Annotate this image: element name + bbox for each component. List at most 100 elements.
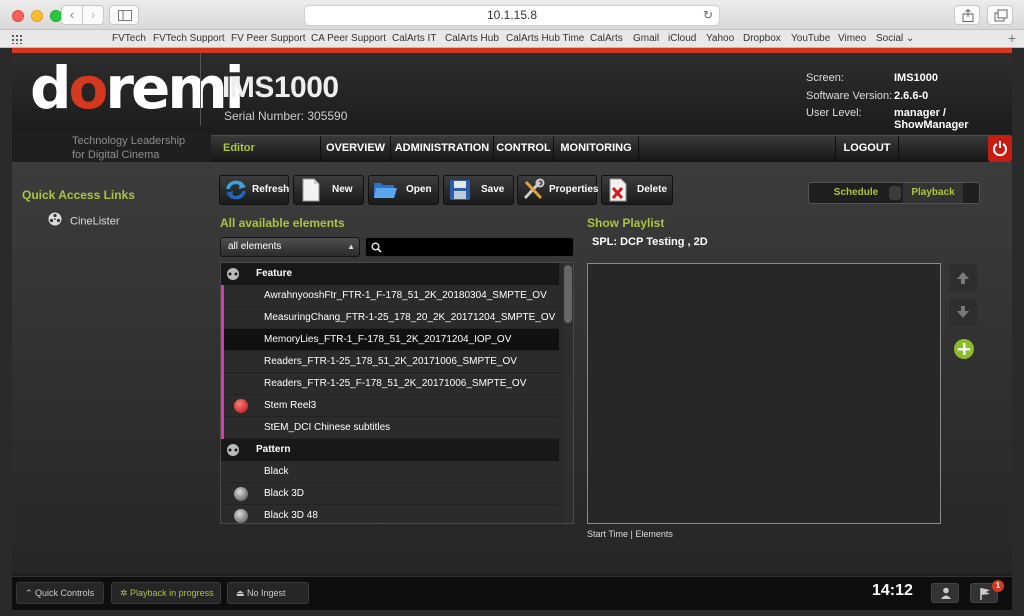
- move-down-button[interactable]: [949, 298, 977, 326]
- 3d-disc-icon: [234, 509, 248, 523]
- new-document-icon: [302, 178, 320, 202]
- open-button[interactable]: Open: [368, 175, 439, 205]
- spl-name: SPL: DCP Testing , 2D: [592, 236, 708, 248]
- menu-monitoring[interactable]: MONITORING: [554, 136, 639, 163]
- grid-icon[interactable]: [11, 34, 23, 44]
- quick-link-cinelister[interactable]: CineLister: [48, 212, 120, 230]
- forward-button[interactable]: ›: [82, 5, 104, 25]
- bookmark-link[interactable]: FV Peer Support: [231, 33, 305, 44]
- power-button[interactable]: [988, 135, 1012, 162]
- logo-part: d: [30, 54, 71, 122]
- divider: [200, 53, 201, 126]
- notification-count-badge: 1: [992, 580, 1004, 592]
- group-label: Feature: [256, 268, 293, 279]
- version-label: Software Version:: [806, 90, 893, 102]
- delete-button[interactable]: Delete: [601, 175, 673, 205]
- bookmark-link[interactable]: Gmail: [633, 33, 659, 44]
- list-item[interactable]: AwrahnyooshFtr_FTR-1_F-178_51_2K_2018030…: [221, 285, 559, 307]
- playback-option[interactable]: Playback: [903, 183, 963, 203]
- minimize-window-button[interactable]: [31, 10, 43, 22]
- bookmark-link[interactable]: CalArts IT: [392, 33, 436, 44]
- list-item-selected[interactable]: MemoryLies_FTR-1_F-178_51_2K_20171204_IO…: [221, 329, 559, 351]
- bookmark-link[interactable]: FVTech Support: [153, 33, 225, 44]
- menu-editor[interactable]: Editor: [211, 136, 321, 163]
- address-bar[interactable]: 10.1.15.8 ↻: [304, 5, 720, 26]
- element-name: Black: [264, 466, 289, 477]
- bookmark-link[interactable]: CA Peer Support: [311, 33, 386, 44]
- new-button[interactable]: New: [293, 175, 364, 205]
- flag-icon: [980, 588, 990, 600]
- bookmark-link[interactable]: Vimeo: [838, 33, 866, 44]
- status-bar: ⌃ Quick Controls ✲ Playback in progress …: [12, 576, 1012, 610]
- doremi-app: doremi IMS1000 Serial Number: 305590 Scr…: [12, 48, 1012, 610]
- list-item[interactable]: Black: [221, 461, 559, 483]
- bookmark-link[interactable]: iCloud: [668, 33, 696, 44]
- schedule-playback-toggle[interactable]: Schedule Playback: [808, 182, 980, 204]
- close-window-button[interactable]: [12, 10, 24, 22]
- list-item[interactable]: Black 3D: [221, 483, 559, 505]
- quick-access-title: Quick Access Links: [22, 188, 135, 202]
- show-tabs-button[interactable]: [987, 5, 1013, 25]
- bookmark-link[interactable]: CalArts: [590, 33, 623, 44]
- list-item[interactable]: Readers_FTR-1-25_F-178_51_2K_20171006_SM…: [221, 373, 559, 395]
- element-search-input[interactable]: [365, 237, 574, 257]
- arrow-down-icon: [957, 306, 969, 318]
- toggle-knob[interactable]: [889, 186, 901, 200]
- menu-overview[interactable]: OVERVIEW: [321, 136, 391, 163]
- logout-button[interactable]: LOGOUT: [835, 136, 899, 163]
- chevron-right-icon: ›: [90, 7, 96, 22]
- chevron-left-icon: ‹: [69, 7, 75, 22]
- row-marker: [221, 285, 224, 307]
- element-name: Black 3D 48: [264, 510, 318, 521]
- list-item[interactable]: StEM_DCI Chinese subtitles: [221, 417, 559, 439]
- bookmark-link[interactable]: YouTube: [791, 33, 830, 44]
- ingest-icon: ⏏: [236, 588, 248, 598]
- bookmark-link[interactable]: Dropbox: [743, 33, 781, 44]
- add-element-button[interactable]: [949, 334, 977, 362]
- floppy-disk-icon: [450, 180, 470, 200]
- bookmark-link[interactable]: Yahoo: [706, 33, 734, 44]
- list-item[interactable]: Stem Reel3: [221, 395, 559, 417]
- menu-control[interactable]: CONTROL: [494, 136, 554, 163]
- scrollbar-thumb[interactable]: [564, 265, 572, 323]
- bookmark-folder[interactable]: Social ⌄: [876, 33, 914, 44]
- sidebar-toggle-button[interactable]: [109, 5, 139, 25]
- screen-value: IMS1000: [894, 72, 939, 84]
- list-item[interactable]: Black 3D 48: [221, 505, 559, 523]
- schedule-option[interactable]: Schedule: [823, 183, 889, 203]
- quick-controls-button[interactable]: ⌃ Quick Controls: [16, 582, 104, 604]
- lock-icon: [234, 399, 248, 413]
- element-filter-select[interactable]: all elements ▲▼: [220, 237, 360, 269]
- 3d-disc-icon: [234, 487, 248, 501]
- reload-icon[interactable]: ↻: [703, 6, 713, 25]
- back-button[interactable]: ‹: [61, 5, 83, 25]
- group-header-pattern[interactable]: Pattern: [221, 439, 559, 461]
- elements-list[interactable]: Feature AwrahnyooshFtr_FTR-1_F-178_51_2K…: [220, 262, 574, 524]
- group-header-feature[interactable]: Feature: [221, 263, 559, 285]
- bookmark-link[interactable]: FVTech: [112, 33, 146, 44]
- bookmark-link[interactable]: CalArts Hub Time: [506, 33, 584, 44]
- playlist-panel[interactable]: [587, 263, 941, 524]
- available-elements-title: All available elements: [220, 216, 345, 230]
- doremi-logo: doremi: [30, 54, 245, 122]
- properties-button[interactable]: Properties: [517, 175, 598, 205]
- user-button[interactable]: [931, 583, 959, 603]
- row-marker: [221, 417, 224, 439]
- move-up-button[interactable]: [949, 264, 977, 292]
- browser-window: ‹ › 10.1.15.8 ↻ FVTech FVTech Support FV…: [0, 0, 1024, 616]
- list-item[interactable]: Readers_FTR-1-25_178_51_2K_20171006_SMPT…: [221, 351, 559, 373]
- save-button[interactable]: Save: [443, 175, 514, 205]
- refresh-button[interactable]: Refresh: [219, 175, 289, 205]
- list-scrollbar[interactable]: [563, 263, 573, 523]
- menu-administration[interactable]: ADMINISTRATION: [391, 136, 494, 163]
- ingest-status-button[interactable]: ⏏ No Ingest: [227, 582, 309, 604]
- share-button[interactable]: [954, 5, 980, 25]
- bookmark-link[interactable]: CalArts Hub: [445, 33, 499, 44]
- playback-status-button[interactable]: ✲ Playback in progress: [111, 582, 221, 604]
- element-name: Black 3D: [264, 488, 305, 499]
- playback-status-label: Playback in progress: [130, 588, 214, 598]
- list-item[interactable]: MeasuringChang_FTR-1-25_178_20_2K_201712…: [221, 307, 559, 329]
- playlist-footer: Start Time | Elements: [587, 529, 673, 539]
- screen-label: Screen:: [806, 72, 844, 84]
- plus-icon[interactable]: +: [1008, 30, 1016, 46]
